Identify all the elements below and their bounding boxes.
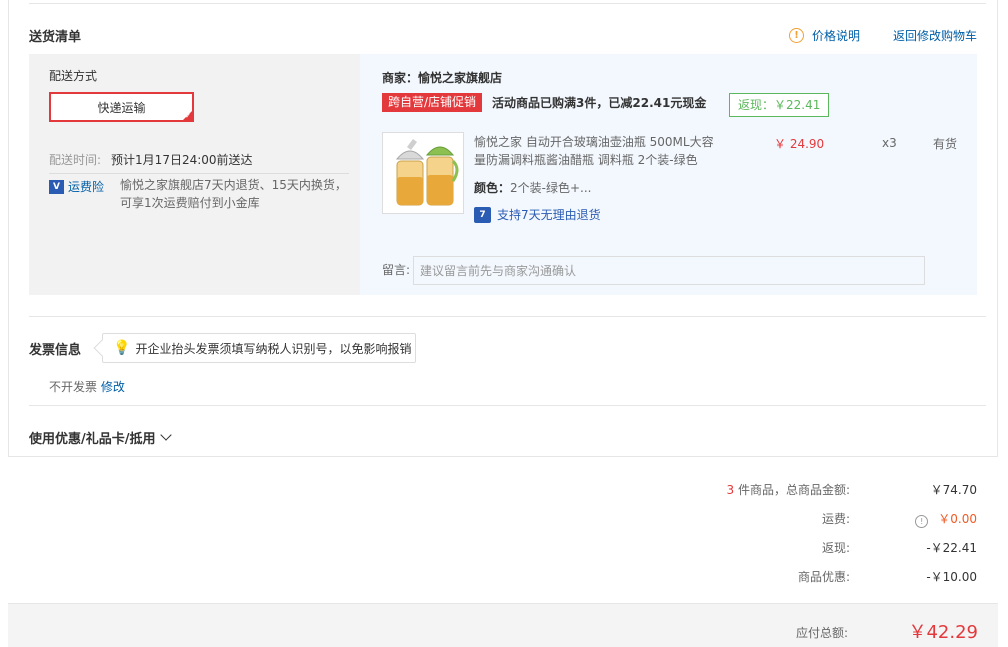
summary-goods-total: ￥74.70 [930,483,977,497]
product-color-value: 2个装-绿色+... [510,181,592,195]
summary-discount-value: -￥10.00 [926,570,977,584]
freight-insurance-text: 愉悦之家旗舰店7天内退货、15天内换货，可享1次运费赔付到小金库 [120,178,347,210]
shipping-method-option[interactable]: 快递运输 ✓ [49,92,194,122]
coupon-divider [29,405,986,406]
shipping-list-title: 送货清单 [29,30,82,45]
summary-count: 3 [726,483,735,497]
freight-insurance-label: 运费险 [68,180,105,194]
shield-icon: V [49,179,64,194]
total-value: ￥42.29 [908,622,978,643]
shipping-method-label: 配送方式 [49,69,98,83]
coupon-title: 使用优惠/礼品卡/抵用 [29,432,156,447]
product-price: ￥ 24.90 [774,137,825,151]
summary-goods-label: 3 件商品，总商品金额: [726,481,850,498]
price-explain-label: 价格说明 [812,29,861,43]
shipping-divider [49,173,349,174]
product-stock: 有货 [933,137,958,151]
summary-freight-value: ￥0.00 [938,512,977,526]
return-policy-label: 支持7天无理由退货 [497,208,601,222]
shipping-time-label: 配送时间: [49,153,102,167]
freight-info-icon[interactable]: ! [915,515,929,528]
shipping-time-value: 预计1月17日24:00前送达 [111,153,253,167]
rebate-badge: 返现：￥22.41 [729,93,830,117]
freight-insurance-link[interactable]: V 运费险 [49,178,104,195]
invoice-divider [29,316,986,317]
lightbulb-icon: 💡 [113,340,131,356]
summary-count-label: 件商品，总商品金额: [737,483,850,497]
summary-goods-row: 3 件商品，总商品金额: ￥74.70 [0,481,1008,501]
invoice-tip-text: 开企业抬头发票须填写纳税人识别号，以免影响报销 [135,341,412,356]
summary-rebate-label: 返现: [821,541,850,555]
return-policy-link[interactable]: 7 支持7天无理由退货 [474,206,601,223]
shipping-method-value: 快递运输 [97,100,146,115]
goods-panel: 商家：愉悦之家旗舰店 跨自营/店铺促销 活动商品已购满3件，已减22.41元现金… [360,54,977,295]
product-image[interactable] [382,132,464,214]
back-to-cart-link[interactable]: 返回修改购物车 [893,27,977,44]
promo-tag: 跨自营/店铺促销 [382,93,483,112]
shipping-panel: 配送方式 快递运输 ✓ 配送时间: 预计1月17日24:00前送达 V 运费险 愉… [29,54,360,295]
invoice-title: 发票信息 [29,343,82,358]
summary-rebate-value: -￥22.41 [926,541,977,555]
summary-freight-label: 运费: [821,512,850,526]
price-explain-link[interactable]: ! 价格说明 [789,27,860,44]
top-divider [29,3,986,4]
total-bar: 应付总额: ￥42.29 [8,603,998,647]
message-input[interactable] [413,256,925,285]
summary-rebate-row: 返现: -￥22.41 [0,539,1008,559]
seller-name: 商家：愉悦之家旗舰店 [382,71,503,85]
oil-bottle-image [395,139,459,206]
product-color: 颜色：2个装-绿色+... [474,179,591,196]
summary-discount-label: 商品优惠: [797,570,850,584]
product-qty: x3 [882,136,897,150]
invoice-tip: 💡 开企业抬头发票须填写纳税人识别号，以免影响报销 [93,333,416,363]
message-label: 留言: [382,263,411,277]
promo-desc: 活动商品已购满3件，已减22.41元现金 [492,96,707,110]
check-icon: ✓ [185,112,191,120]
seven-day-return-icon: 7 [474,206,491,223]
product-name-link[interactable]: 愉悦之家 自动开合玻璃油壶油瓶 500ML大容量防漏调料瓶酱油醋瓶 调料瓶 2个… [474,133,719,169]
tip-arrow [93,339,111,357]
promo-row: 跨自营/店铺促销 活动商品已购满3件，已减22.41元现金 [382,93,706,112]
total-label: 应付总额: [795,626,848,640]
summary-freight-row: 运费: ! ￥0.00 [0,510,1008,530]
shipping-time: 配送时间: 预计1月17日24:00前送达 [49,151,253,168]
summary-discount-row: 商品优惠: -￥10.00 [0,568,1008,588]
info-icon: ! [789,28,804,43]
chevron-down-icon [159,429,172,441]
summary-freight-value-wrap: ! ￥0.00 [915,510,977,528]
invoice-value: 不开发票 修改 [49,378,125,395]
invoice-value-text: 不开发票 [49,380,98,394]
product-color-label: 颜色： [474,181,511,195]
coupon-toggle[interactable]: 使用优惠/礼品卡/抵用 [29,428,172,447]
invoice-modify-link[interactable]: 修改 [101,380,125,394]
order-card: 送货清单 ! 价格说明 返回修改购物车 配送方式 快递运输 ✓ 配送时间: 预计1… [8,0,998,457]
